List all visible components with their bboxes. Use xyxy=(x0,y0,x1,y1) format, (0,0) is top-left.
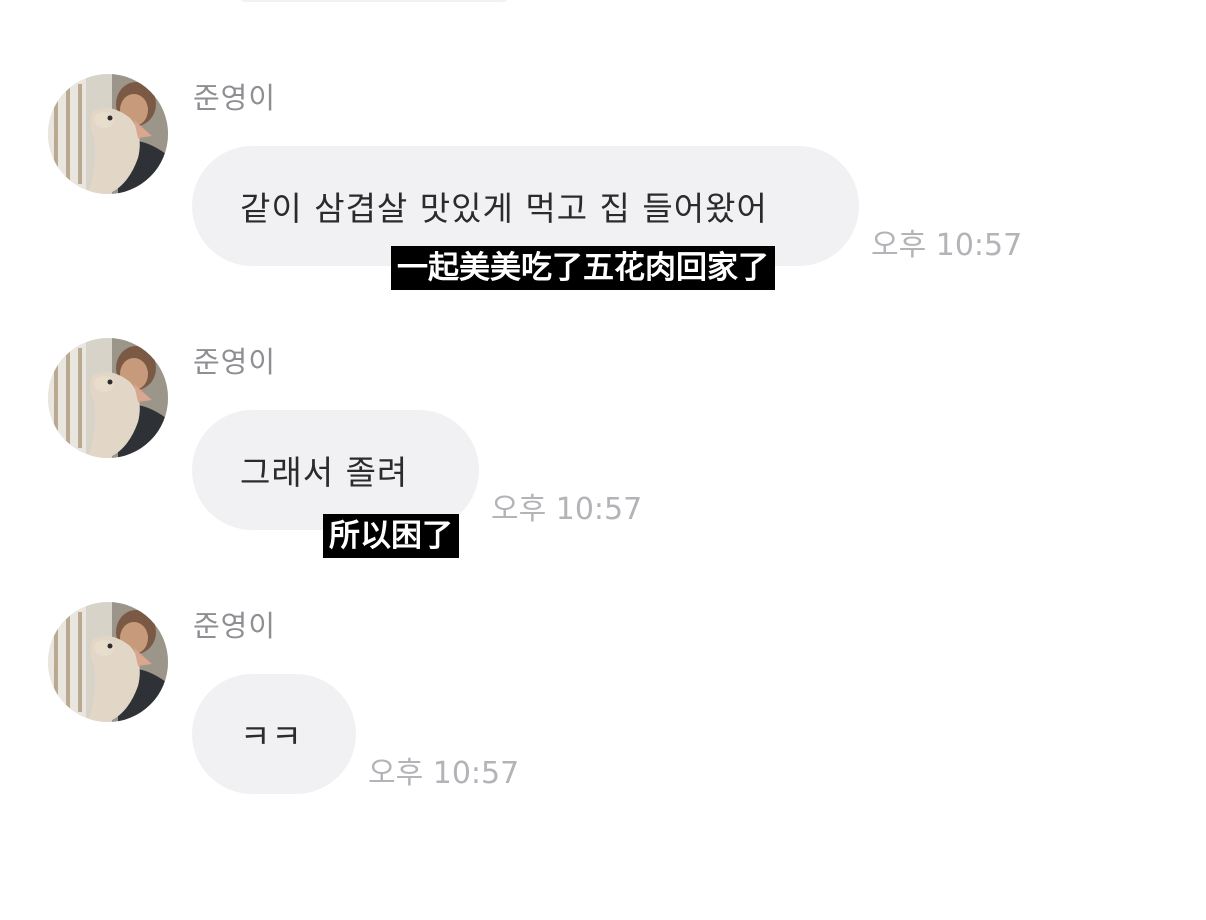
message-text: 그래서 졸려 xyxy=(240,453,409,492)
message-text: ㅋㅋ xyxy=(240,717,303,756)
avatar[interactable] xyxy=(48,74,168,194)
avatar-photo xyxy=(48,338,168,458)
translation-subtitle: 一起美美吃了五花肉回家了 xyxy=(391,246,775,290)
message-timestamp: 오후 10:57 xyxy=(368,756,520,791)
avatar-photo xyxy=(48,602,168,722)
message-bubble[interactable]: ㅋㅋ xyxy=(192,674,356,794)
avatar[interactable] xyxy=(48,602,168,722)
avatar-photo xyxy=(48,74,168,194)
message-text: 같이 삼겹살 맛있게 먹고 집 들어왔어 xyxy=(240,189,768,228)
sender-name: 준영이 xyxy=(193,345,277,379)
sender-name: 준영이 xyxy=(193,609,277,643)
message-timestamp: 오후 10:57 xyxy=(491,492,643,527)
avatar[interactable] xyxy=(48,338,168,458)
message-bubble[interactable]: 그래서 졸려 xyxy=(192,410,479,530)
previous-message-bubble-edge xyxy=(238,0,510,2)
translation-subtitle: 所以困了 xyxy=(323,514,459,558)
message-timestamp: 오후 10:57 xyxy=(871,228,1023,263)
sender-name: 준영이 xyxy=(193,81,277,115)
